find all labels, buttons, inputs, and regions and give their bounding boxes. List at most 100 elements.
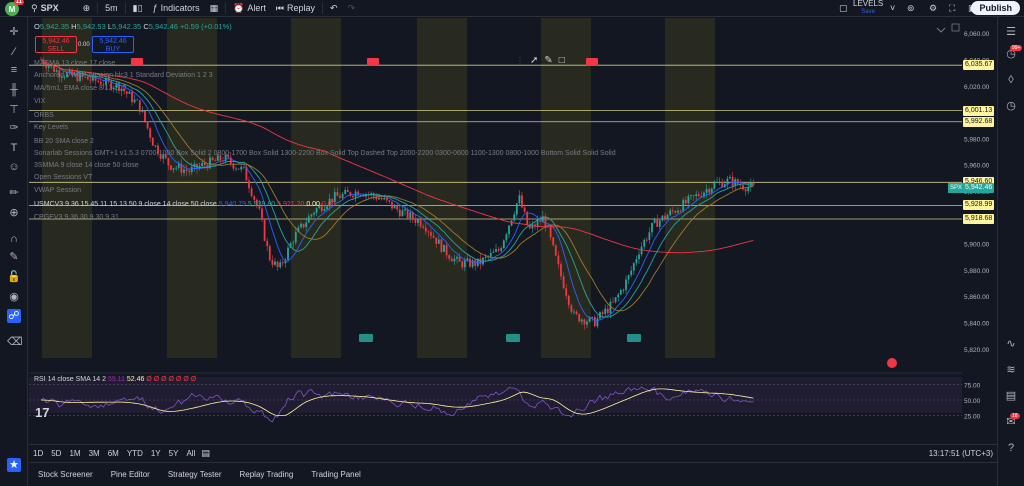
undo-button[interactable]: ↶ <box>325 3 343 14</box>
measure-icon[interactable]: ⊤ <box>7 103 21 117</box>
user-avatar[interactable]: M 11 <box>5 0 24 16</box>
tab-trading-panel[interactable]: Trading Panel <box>302 470 370 479</box>
grid-icon: ▦ <box>209 2 219 13</box>
zoom-icon[interactable]: ⊕ <box>7 206 21 220</box>
trash-icon[interactable]: ⌫ <box>7 335 23 349</box>
timeframe-1y[interactable]: 1Y <box>147 449 165 458</box>
ideas-icon[interactable]: ≋ <box>1004 363 1018 377</box>
usmc-v3: 5,921.20 <box>277 201 305 208</box>
candle-body <box>266 240 269 247</box>
notification-badge: 11 <box>13 0 24 5</box>
publish-button[interactable]: Publish <box>971 1 1020 15</box>
lock-icon[interactable]: 🔓 <box>7 270 21 284</box>
alert-button[interactable]: ⏰ Alert <box>228 3 271 14</box>
brush-icon[interactable]: ✑ <box>7 121 21 135</box>
candle-body <box>729 176 731 179</box>
drawing-toolbar: ✛ ∕ ≡ ╫ ⊤ ✑ T ☺ ✏ ⊕ ∩ ✎ 🔓 ◉ ☍ ⌫ ★ <box>0 17 28 486</box>
timeframe-1m[interactable]: 1M <box>65 449 84 458</box>
pencil-lock-icon[interactable]: ✎ <box>7 250 21 264</box>
redo-button[interactable]: ↷ <box>343 3 361 14</box>
indicator-legend-item[interactable]: Anchored VWAP Session hlc3 1 Standard De… <box>34 72 213 79</box>
indicator-legend-item[interactable]: Key Levels <box>34 124 68 131</box>
buy-button[interactable]: 5,942.46 BUY <box>92 36 134 53</box>
timeframe-1d[interactable]: 1D <box>29 449 47 458</box>
pen-icon[interactable]: ✎ <box>544 55 552 66</box>
quick-search-button[interactable]: ⊚ <box>902 3 920 14</box>
timeframe-5d[interactable]: 5D <box>47 449 65 458</box>
indicator-legend-item[interactable]: Open Sessions VT <box>34 174 92 181</box>
candle-body <box>601 312 604 314</box>
clock-icon[interactable]: ◷ <box>1004 99 1018 113</box>
candle-body <box>562 276 565 289</box>
candle-body <box>630 270 633 276</box>
hotlist-icon[interactable]: ∿ <box>1004 337 1018 351</box>
indicator-legend-item[interactable]: BB 20 SMA close 2 <box>34 138 94 145</box>
indicator-legend-item[interactable]: ORBS <box>34 112 54 119</box>
magnet-icon[interactable]: ∩ <box>7 232 21 246</box>
emoji-icon[interactable]: ☺ <box>7 160 21 174</box>
candle-body <box>604 308 607 314</box>
line-tool-icon[interactable]: ➚ <box>530 55 538 66</box>
tab-pine-editor[interactable]: Pine Editor <box>102 470 159 479</box>
indicator-legend-item[interactable]: VIX <box>34 98 45 105</box>
star-icon[interactable]: ★ <box>7 458 21 472</box>
rsi-legend[interactable]: RSI 14 close SMA 14 2 55.11 52.46 Ø Ø Ø … <box>34 376 196 383</box>
fullscreen-button[interactable]: ⛶ <box>944 3 960 14</box>
help-icon[interactable]: ? <box>1004 441 1018 455</box>
layout-dropdown[interactable]: ˅ <box>885 3 900 13</box>
chevron-down-icon: ˅ <box>890 3 896 13</box>
symbol-search[interactable]: ⚲ SPX <box>26 3 64 14</box>
calendar-range-icon[interactable]: ▤ <box>201 448 210 459</box>
tab-replay-trading[interactable]: Replay Trading <box>231 470 303 479</box>
interval-button[interactable]: 5m <box>100 3 123 13</box>
candle-body <box>744 189 747 192</box>
candle-body <box>643 239 646 247</box>
patterns-icon[interactable]: ╫ <box>7 83 21 97</box>
eye-icon[interactable]: ◉ <box>7 290 21 304</box>
candle-body <box>614 297 617 302</box>
spread-value: 0.00 <box>78 42 90 48</box>
drag-handle-icon[interactable]: ⋮ <box>516 56 524 65</box>
candle-body <box>172 168 175 170</box>
timeframe-3m[interactable]: 3M <box>85 449 104 458</box>
replay-button[interactable]: ⏮ Replay <box>271 3 320 14</box>
sell-label: SELL <box>47 46 65 53</box>
chart-type-button[interactable]: ▮▯ <box>128 3 148 14</box>
layout-select-button[interactable]: ▢ <box>834 3 853 14</box>
select-box-icon[interactable]: □ <box>559 55 565 66</box>
candle-body <box>697 194 700 196</box>
timeframe-all[interactable]: All <box>182 449 199 458</box>
link-icon[interactable]: ☍ <box>7 309 21 323</box>
ruler-icon[interactable]: ✏ <box>7 186 21 200</box>
timeframe-ytd[interactable]: YTD <box>123 449 147 458</box>
indicator-legend-item[interactable]: MA/5m1, EMA close 8 13 200 <box>34 85 126 92</box>
candle-body <box>242 166 245 168</box>
timeframe-5y[interactable]: 5Y <box>165 449 183 458</box>
fib-icon[interactable]: ≡ <box>7 63 21 77</box>
indicator-legend-item[interactable]: 3SMMA 9 close 14 close 50 close <box>34 162 139 169</box>
candle-body <box>188 170 191 173</box>
indicator-legend-item[interactable]: Sonarlab Sessions GMT+1 v1.5.3 0700-1000… <box>34 150 616 157</box>
timeframe-6m[interactable]: 6M <box>104 449 123 458</box>
calendar-icon[interactable]: ▤ <box>1004 389 1018 403</box>
cpge-legend[interactable]: CPGEV3 9 36 30 9 30 9 31 <box>34 214 119 221</box>
layers-icon[interactable]: ◊ <box>1004 73 1018 87</box>
compare-button[interactable]: ⊕ <box>78 3 96 14</box>
crosshair-icon[interactable]: ✛ <box>7 25 21 39</box>
templates-button[interactable]: ▦ <box>205 3 224 14</box>
trend-line-icon[interactable]: ∕ <box>7 45 21 59</box>
sell-button[interactable]: 5,942.46 SELL <box>35 36 77 53</box>
indicator-legend-item[interactable]: VWAP Session <box>34 187 81 194</box>
indicator-legend-item[interactable]: MASMA 13 close 17 close <box>34 60 115 67</box>
tab-stock-screener[interactable]: Stock Screener <box>29 470 102 479</box>
tab-strategy-tester[interactable]: Strategy Tester <box>159 470 231 479</box>
indicators-button[interactable]: ƒ Indicators <box>148 3 205 13</box>
candle-body <box>391 201 393 209</box>
layout-name[interactable]: LEVELS Save <box>853 0 883 16</box>
watchlist-icon[interactable]: ☰ <box>1004 25 1018 39</box>
text-icon[interactable]: T <box>7 141 21 155</box>
usmc-legend[interactable]: USMCV3 9 36 15 45 11 15 13 50 9 close 14… <box>34 201 336 208</box>
clock-display[interactable]: 13:17:51 (UTC+3) <box>929 449 993 458</box>
settings-button[interactable]: ⚙ <box>924 3 942 14</box>
candle-body <box>346 189 349 193</box>
